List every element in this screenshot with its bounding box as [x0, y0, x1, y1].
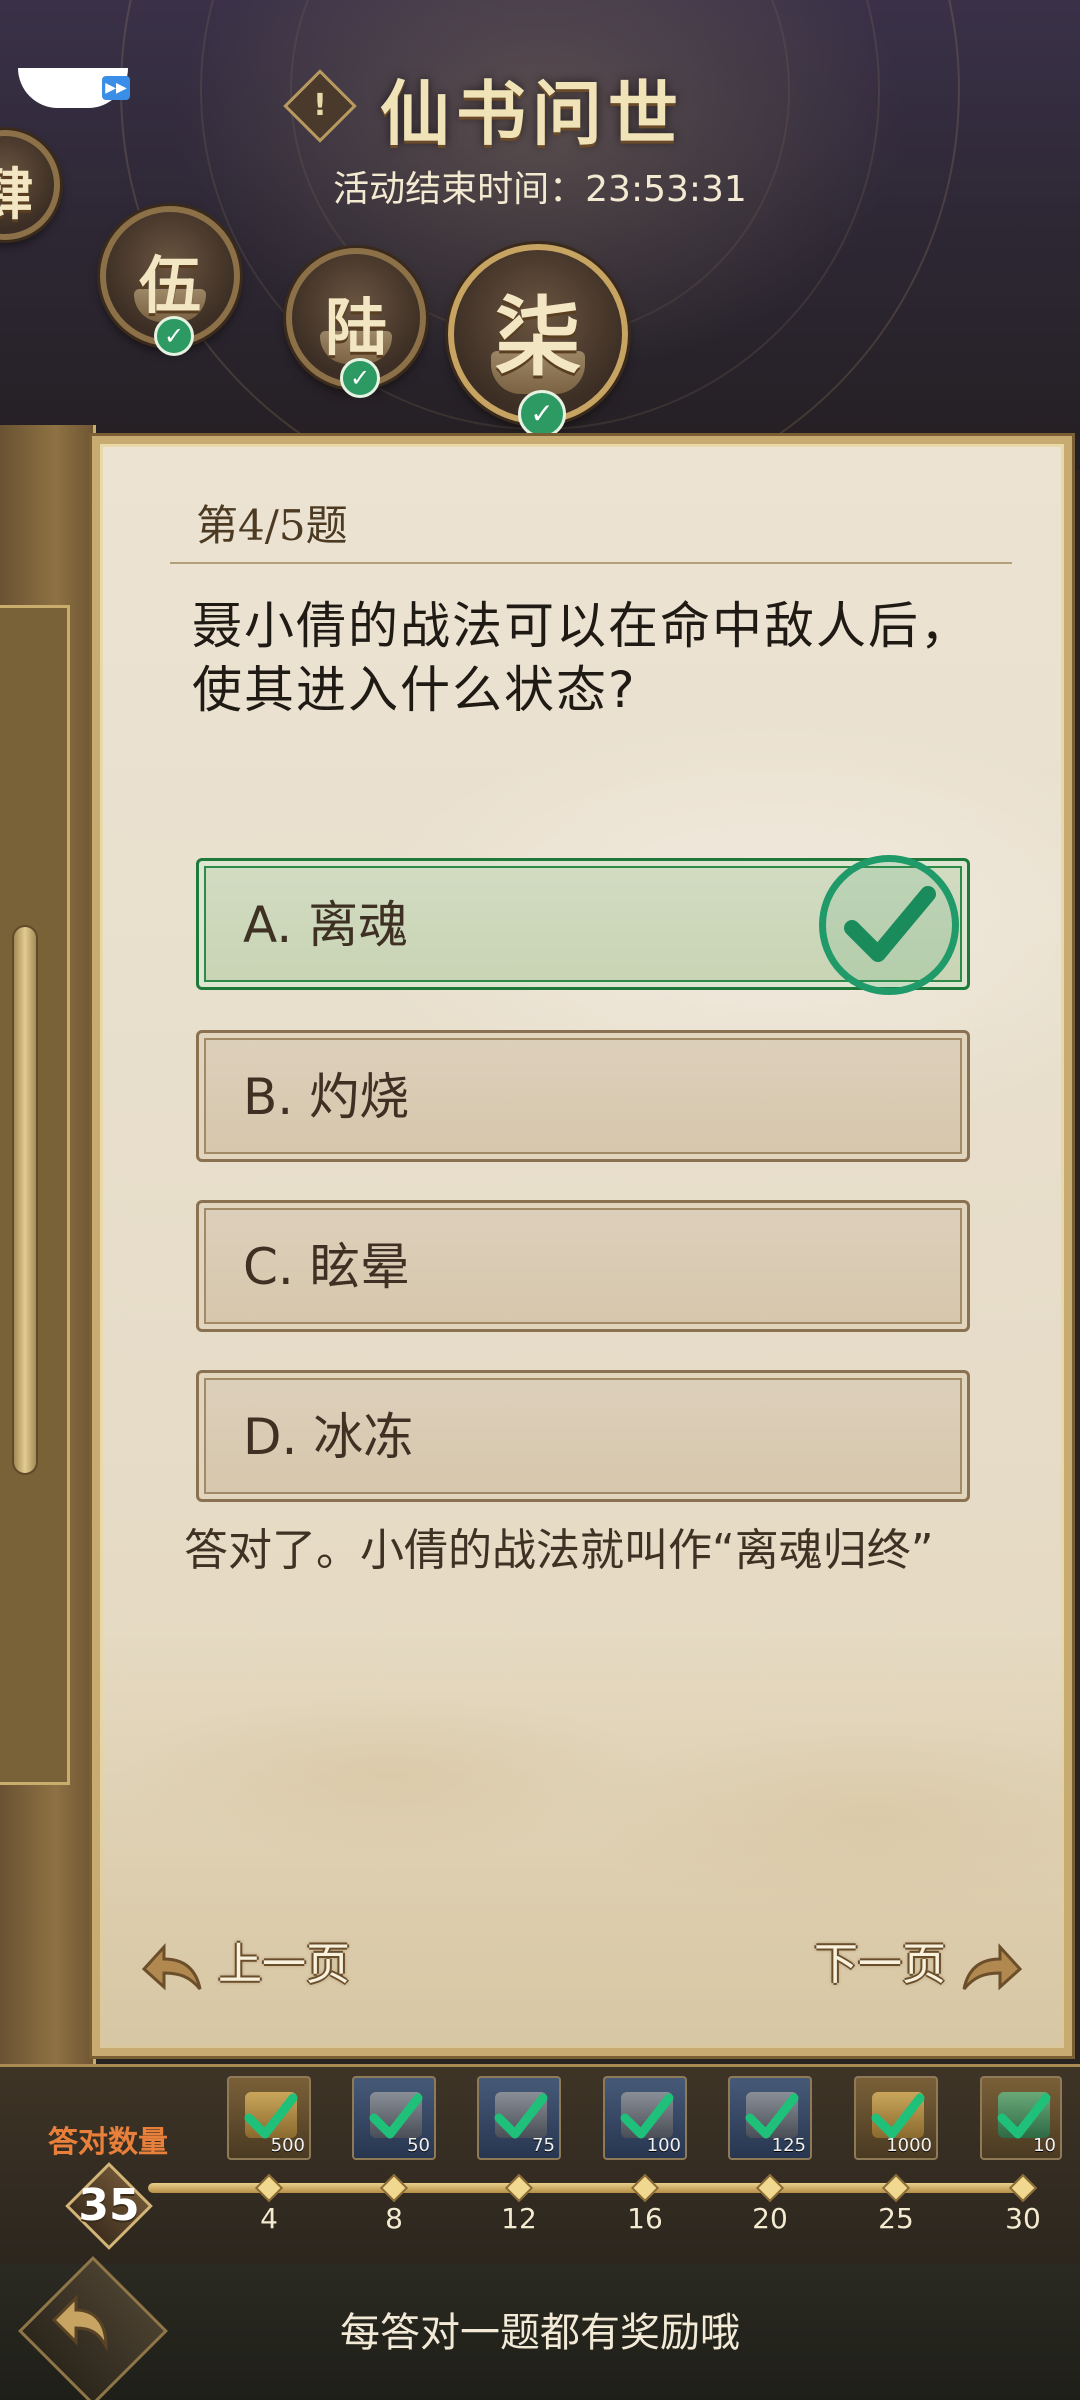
- chapter-label: 陆: [324, 291, 387, 365]
- reward-quantity: 125: [771, 2135, 806, 2156]
- prev-page-button[interactable]: 上一页: [140, 1930, 350, 2000]
- option-label: A. 离魂: [243, 896, 409, 954]
- next-page-button[interactable]: 下一页: [814, 1930, 1024, 2000]
- chapter-medal-5[interactable]: 伍 ✓: [100, 206, 240, 356]
- correct-count-label: 答对数量: [48, 2125, 168, 2160]
- reward-quantity: 10: [1033, 2135, 1056, 2156]
- milestone-label: 8: [385, 2202, 403, 2235]
- answer-explanation: 答对了。小倩的战法就叫作“离魂归终”: [184, 1525, 934, 1576]
- reward-item-8[interactable]: 50: [352, 2076, 436, 2160]
- chapter-medal-6[interactable]: 陆 ✓: [286, 248, 426, 398]
- fast-forward-icon: ▶▶: [102, 76, 130, 100]
- option-label: B. 灼烧: [243, 1068, 410, 1126]
- chapter-label: 肆: [0, 161, 33, 228]
- reward-item-30[interactable]: 10: [980, 2076, 1062, 2160]
- option-label: D. 冰冻: [243, 1408, 414, 1466]
- chapter-medal-7[interactable]: 柒 ✓: [448, 244, 628, 438]
- arrow-right-icon: [960, 1939, 1024, 1995]
- reward-item-25[interactable]: 1000: [854, 2076, 938, 2160]
- check-icon: ✓: [340, 358, 380, 398]
- chapter-label: 柒: [495, 286, 581, 388]
- reward-quantity: 100: [646, 2135, 681, 2156]
- reward-quantity: 75: [532, 2135, 555, 2156]
- option-b[interactable]: B. 灼烧: [196, 1030, 970, 1162]
- check-icon: ✓: [154, 316, 194, 356]
- prev-page-label: 上一页: [218, 1939, 350, 1990]
- question-text: 聂小倩的战法可以在命中敌人后，使其进入什么状态?: [192, 597, 972, 719]
- milestone-label: 4: [260, 2202, 278, 2235]
- reward-item-12[interactable]: 75: [477, 2076, 561, 2160]
- reward-item-4[interactable]: 500: [227, 2076, 311, 2160]
- milestone-label: 20: [752, 2202, 788, 2235]
- scroll-rod: [12, 925, 38, 1475]
- option-label: C. 眩晕: [243, 1238, 410, 1296]
- chapter-label: 伍: [138, 249, 201, 323]
- exclamation-icon: !: [313, 88, 327, 123]
- milestone-label: 16: [627, 2202, 663, 2235]
- reward-quantity: 500: [270, 2135, 305, 2156]
- reward-quantity: 50: [407, 2135, 430, 2156]
- arrow-left-icon: [140, 1939, 204, 1995]
- option-a[interactable]: A. 离魂: [196, 855, 970, 995]
- correct-count-value: 35: [78, 2180, 140, 2231]
- footer-hint: 每答对一题都有奖励哦: [340, 2310, 740, 2356]
- question-progress: 第4/5题: [196, 501, 348, 550]
- milestone-label: 25: [878, 2202, 914, 2235]
- event-end-time: 活动结束时间：23:53:31: [333, 169, 747, 210]
- reward-quantity: 1000: [886, 2135, 932, 2156]
- option-d[interactable]: D. 冰冻: [196, 1370, 970, 1502]
- reward-item-20[interactable]: 125: [728, 2076, 812, 2160]
- next-page-label: 下一页: [814, 1939, 946, 1990]
- option-c[interactable]: C. 眩晕: [196, 1200, 970, 1332]
- milestone-label: 12: [501, 2202, 537, 2235]
- reward-item-16[interactable]: 100: [603, 2076, 687, 2160]
- check-icon: ✓: [518, 390, 566, 438]
- correct-check-icon: [819, 855, 959, 995]
- divider: [170, 562, 1012, 564]
- quiz-card: 第4/5题 聂小倩的战法可以在命中敌人后，使其进入什么状态? A. 离魂 B. …: [92, 436, 1072, 2056]
- milestone-label: 30: [1005, 2202, 1041, 2235]
- page-title: 仙书问世: [380, 72, 684, 155]
